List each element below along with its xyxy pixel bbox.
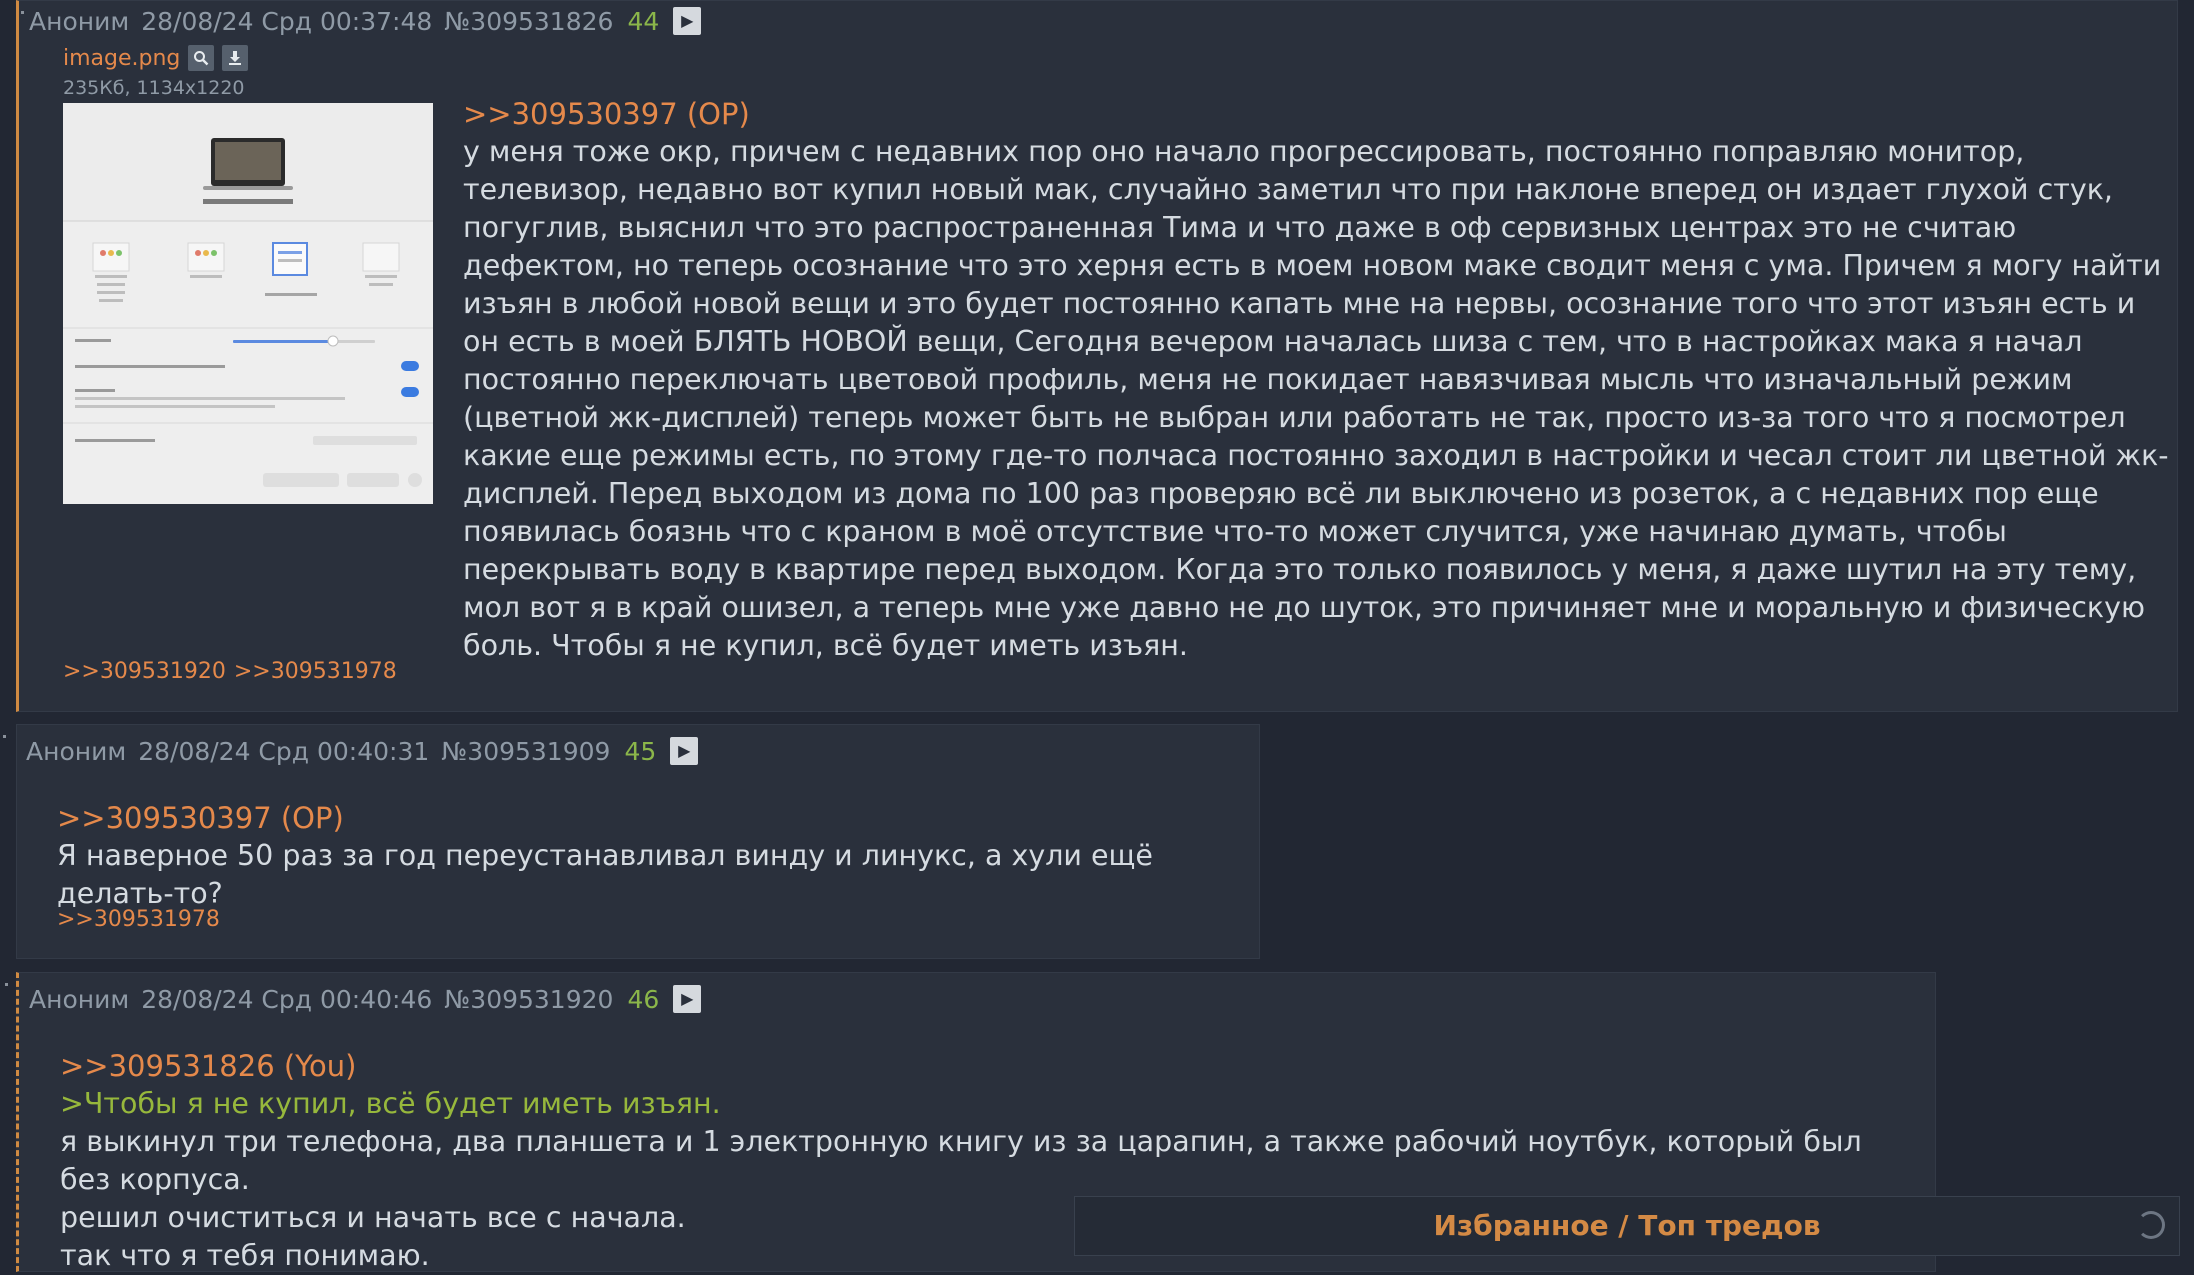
search-image-icon[interactable] [188, 45, 215, 71]
post-309531909: Аноним 28/08/24 Срд 00:40:31 №309531909 … [3, 724, 1260, 959]
post-id-link[interactable]: №309531920 [444, 985, 613, 1014]
post-text: у меня тоже окр, причем с недавних пор о… [463, 135, 2169, 662]
download-icon[interactable] [222, 45, 249, 71]
reply-link[interactable]: >>309531826 (You) [60, 1049, 1920, 1083]
post-header: Аноним 28/08/24 Срд 00:40:46 №309531920 … [29, 979, 702, 1019]
backlink[interactable]: >>309531978 [234, 659, 397, 684]
post-marker [3, 735, 6, 738]
reply-link[interactable]: >>309530397 (OP) [463, 97, 2175, 131]
quote-text: >Чтобы я не купил, всё будет иметь изъян… [60, 1087, 721, 1120]
post-count: 44 [627, 6, 660, 36]
post-header: Аноним 28/08/24 Срд 00:40:31 №309531909 … [26, 731, 699, 771]
post-marker [21, 11, 24, 14]
post-menu-button[interactable]: ▶ [673, 7, 702, 35]
refresh-icon[interactable] [2137, 1211, 2165, 1239]
favorites-top-threads-panel[interactable]: Избранное / Топ тредов [1074, 1196, 2180, 1256]
post-body: >>309530397 (OP) Я наверное 50 раз за го… [57, 801, 1247, 913]
panel-title[interactable]: Избранное / Топ тредов [1075, 1209, 2179, 1242]
post-309531826: Аноним 28/08/24 Срд 00:37:48 №309531826 … [16, 0, 2178, 712]
backlink[interactable]: >>309531978 [57, 907, 220, 932]
file-name-link[interactable]: image.png [63, 46, 180, 71]
backlinks: >>309531920 >>309531978 [63, 659, 405, 684]
post-text-line: я выкинул три телефона, два планшета и 1… [60, 1125, 1862, 1196]
post-menu-button[interactable]: ▶ [673, 985, 702, 1013]
post-date: 28/08/24 Срд 00:40:46 [141, 984, 433, 1014]
post-body: >>309530397 (OP) у меня тоже окр, причем… [463, 97, 2175, 665]
post-count: 45 [624, 736, 657, 766]
post-marker [5, 983, 8, 986]
poster-name: Аноним [26, 736, 127, 766]
backlinks: >>309531978 [57, 907, 228, 932]
post-date: 28/08/24 Срд 00:37:48 [141, 6, 433, 36]
attachment-thumbnail[interactable] [63, 103, 433, 504]
post-id-link[interactable]: №309531909 [441, 737, 610, 766]
post-id-link[interactable]: №309531826 [444, 7, 613, 36]
post-menu-button[interactable]: ▶ [670, 737, 699, 765]
post-count: 46 [627, 984, 660, 1014]
display-settings-screenshot-image [63, 103, 433, 487]
backlink[interactable]: >>309531920 [63, 659, 226, 684]
reply-link[interactable]: >>309530397 (OP) [57, 801, 1247, 835]
file-info: image.png [63, 45, 249, 71]
post-text: Я наверное 50 раз за год переустанавлива… [57, 839, 1153, 910]
file-meta: 235Кб, 1134x1220 [63, 77, 245, 99]
post-date: 28/08/24 Срд 00:40:31 [138, 736, 430, 766]
poster-name: Аноним [29, 984, 130, 1014]
poster-name: Аноним [29, 6, 130, 36]
post-header: Аноним 28/08/24 Срд 00:37:48 №309531826 … [29, 1, 702, 41]
